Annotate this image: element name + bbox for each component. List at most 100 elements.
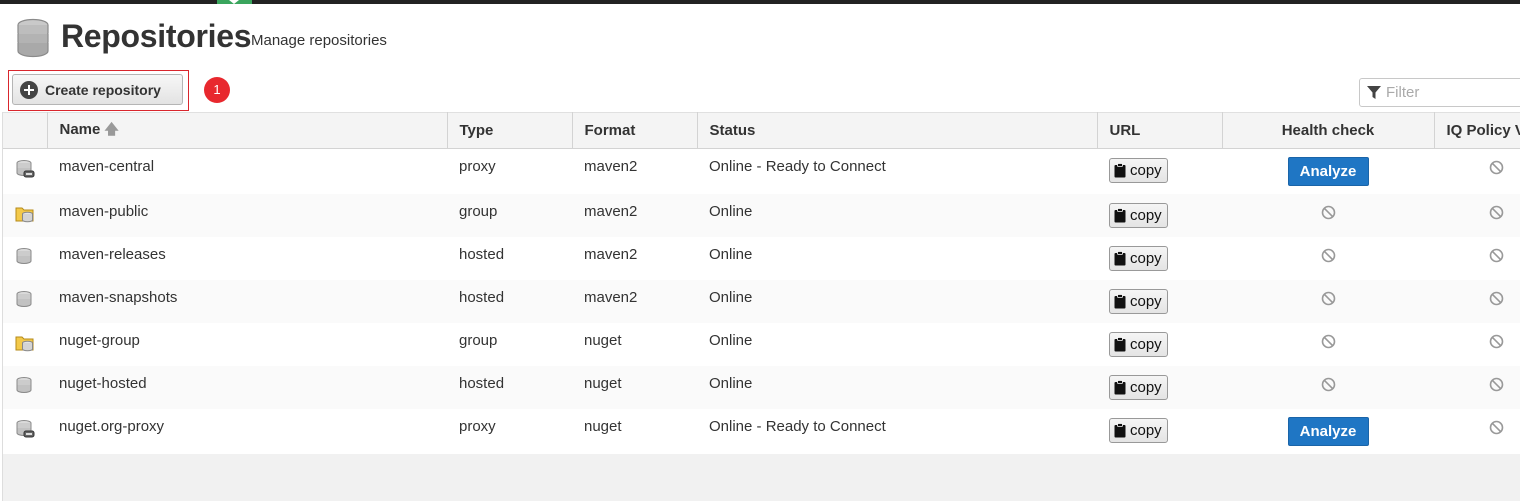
repo-type: hosted: [447, 279, 572, 323]
column-header-type[interactable]: Type: [447, 112, 573, 149]
iq-policy-cell: [1434, 365, 1520, 409]
clipboard-icon: [1114, 250, 1126, 265]
plus-circle-icon: [20, 80, 38, 99]
iq-policy-cell: [1434, 408, 1520, 454]
create-repository-button[interactable]: Create repository: [12, 74, 183, 105]
table-row[interactable]: maven-public group maven2 Online copy: [3, 193, 1520, 237]
proxy-repo-icon: [16, 160, 35, 178]
repositories-table: Name 🡅 Type Format Status URL Health chec…: [3, 112, 1520, 454]
repo-type: hosted: [447, 236, 572, 280]
repo-type-icon-cell: [3, 148, 47, 194]
analyze-button[interactable]: Analyze: [1287, 157, 1369, 186]
health-check-cell: Analyze: [1222, 148, 1434, 194]
proxy-repo-icon: [16, 419, 35, 437]
repo-url-cell: copy: [1097, 365, 1222, 409]
iq-policy-cell: [1434, 236, 1520, 280]
page-subtitle: Manage repositories: [251, 32, 387, 49]
health-check-cell: [1222, 193, 1434, 237]
page-title: Repositories: [61, 18, 252, 54]
repo-url-cell: copy: [1097, 236, 1222, 280]
repo-name: maven-releases: [47, 236, 447, 280]
repo-status: Online: [697, 236, 1097, 280]
column-header-iq-policy[interactable]: IQ Policy Violations: [1434, 112, 1520, 149]
repo-url-cell: copy: [1097, 408, 1222, 454]
repo-type-icon-cell: [3, 365, 47, 409]
repo-name: nuget-hosted: [47, 365, 447, 409]
unavailable-icon: [1489, 160, 1504, 175]
repo-format: nuget: [572, 322, 697, 366]
repo-type-icon-cell: [3, 322, 47, 366]
group-repo-icon: [15, 207, 34, 222]
filter-box[interactable]: [1359, 78, 1520, 107]
repo-status: Online - Ready to Connect: [697, 408, 1097, 454]
repo-type-icon-cell: [3, 193, 47, 237]
copy-url-button[interactable]: copy: [1109, 374, 1168, 400]
repo-format: maven2: [572, 279, 697, 323]
copy-url-button[interactable]: copy: [1109, 202, 1168, 228]
column-header-format[interactable]: Format: [572, 112, 698, 149]
copy-label: copy: [1130, 292, 1162, 310]
repo-format: maven2: [572, 148, 697, 194]
copy-url-button[interactable]: copy: [1109, 245, 1168, 271]
repo-type-icon-cell: [3, 279, 47, 323]
table-row[interactable]: maven-snapshots hosted maven2 Online copy: [3, 279, 1520, 323]
table-row[interactable]: nuget-hosted hosted nuget Online copy: [3, 365, 1520, 409]
clipboard-icon: [1114, 336, 1126, 351]
table-row[interactable]: nuget.org-proxy proxy nuget Online - Ready …: [3, 408, 1520, 454]
repo-name: nuget-group: [47, 322, 447, 366]
repo-status: Online: [697, 365, 1097, 409]
repo-name: maven-central: [47, 148, 447, 194]
hosted-repo-icon: [16, 290, 32, 307]
column-header-name[interactable]: Name 🡅: [47, 112, 448, 149]
repo-status: Online: [697, 193, 1097, 237]
table-row[interactable]: maven-central proxy maven2 Online - Ready t…: [3, 148, 1520, 194]
unavailable-icon: [1489, 291, 1504, 306]
copy-url-button[interactable]: copy: [1109, 158, 1168, 183]
repo-url-cell: copy: [1097, 148, 1222, 194]
clipboard-icon: [1114, 207, 1126, 222]
iq-policy-cell: [1434, 279, 1520, 323]
database-icon: [17, 18, 49, 58]
column-header-health-check[interactable]: Health check: [1222, 112, 1435, 149]
repo-url-cell: copy: [1097, 322, 1222, 366]
hosted-repo-icon: [16, 376, 32, 393]
health-check-cell: [1222, 279, 1434, 323]
copy-label: copy: [1130, 378, 1162, 396]
repo-type-icon-cell: [3, 236, 47, 280]
column-header-icon: [3, 112, 48, 149]
iq-policy-cell: [1434, 148, 1520, 194]
repo-format: maven2: [572, 193, 697, 237]
repo-name: maven-public: [47, 193, 447, 237]
repo-status: Online: [697, 279, 1097, 323]
group-repo-icon: [15, 336, 34, 351]
copy-url-button[interactable]: copy: [1109, 288, 1168, 314]
unavailable-icon: [1489, 377, 1504, 392]
repo-type-icon-cell: [3, 408, 47, 454]
table-row[interactable]: nuget-group group nuget Online copy: [3, 322, 1520, 366]
clipboard-icon: [1114, 163, 1126, 178]
unavailable-icon: [1489, 248, 1504, 263]
repo-type: proxy: [447, 408, 572, 454]
unavailable-icon: [1321, 291, 1336, 306]
column-header-status[interactable]: Status: [697, 112, 1098, 149]
repo-status: Online: [697, 322, 1097, 366]
repo-type: hosted: [447, 365, 572, 409]
copy-url-button[interactable]: copy: [1109, 417, 1168, 443]
repo-name: nuget.org-proxy: [47, 408, 447, 454]
repo-type: group: [447, 322, 572, 366]
health-check-cell: [1222, 322, 1434, 366]
column-header-url[interactable]: URL: [1097, 112, 1223, 149]
iq-policy-cell: [1434, 322, 1520, 366]
copy-label: copy: [1130, 335, 1162, 353]
copy-label: copy: [1130, 162, 1162, 179]
repo-format: maven2: [572, 236, 697, 280]
filter-input[interactable]: [1386, 82, 1516, 103]
table-row[interactable]: maven-releases hosted maven2 Online copy: [3, 236, 1520, 280]
analyze-button[interactable]: Analyze: [1287, 416, 1369, 446]
unavailable-icon: [1321, 377, 1336, 392]
unavailable-icon: [1321, 334, 1336, 349]
clipboard-icon: [1114, 293, 1126, 308]
copy-url-button[interactable]: copy: [1109, 331, 1168, 357]
repo-url-cell: copy: [1097, 193, 1222, 237]
unavailable-icon: [1489, 205, 1504, 220]
